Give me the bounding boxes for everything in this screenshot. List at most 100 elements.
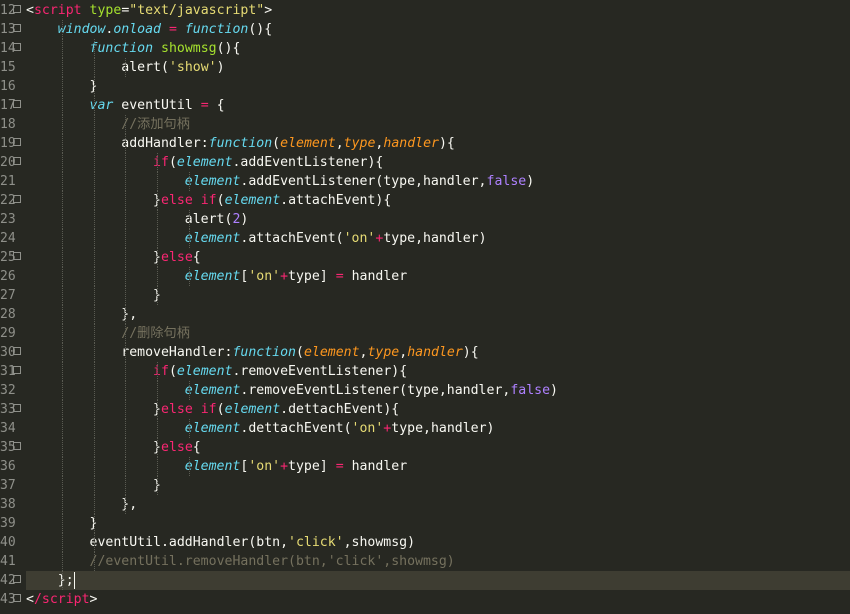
code-token: false [510, 383, 551, 398]
line-number: 19 [0, 134, 22, 153]
code-token: element [184, 174, 241, 189]
indent-guide [61, 267, 63, 286]
code-line[interactable]: function showmsg(){ [26, 39, 850, 58]
indent-guide [125, 419, 127, 438]
line-number: 39 [0, 516, 16, 531]
code-token: 'on' [343, 231, 376, 246]
code-token: (){ [248, 22, 273, 37]
code-token: + [280, 459, 289, 474]
indent-guide [61, 210, 63, 229]
line-number: 22 [0, 191, 22, 210]
code-line[interactable]: if(element.addEventListener){ [26, 153, 850, 172]
indent-guide [157, 191, 159, 210]
code-line[interactable]: }else if(element.dettachEvent){ [26, 400, 850, 419]
code-token: alert [121, 60, 161, 75]
indent-guide [93, 267, 95, 286]
code-line[interactable]: <script type="text/javascript"> [26, 1, 850, 20]
code-line[interactable]: } [26, 476, 850, 495]
indent-guide [93, 381, 95, 400]
indent-guide [125, 191, 127, 210]
code-token: ){ [462, 345, 479, 360]
indent-guide [157, 267, 159, 286]
code-line[interactable]: removeHandler:function(element,type,hand… [26, 343, 850, 362]
code-token: else [161, 193, 193, 208]
indent-guide [125, 248, 127, 267]
fold-toggle-icon[interactable] [13, 195, 21, 203]
code-token: type] [288, 459, 336, 474]
indent-guide [157, 153, 159, 172]
fold-toggle-icon[interactable] [13, 138, 21, 146]
indent-guide [61, 172, 63, 191]
code-token: element [176, 364, 233, 379]
code-line[interactable]: }else if(element.attachEvent){ [26, 191, 850, 210]
code-line[interactable]: }, [26, 495, 850, 514]
code-line[interactable]: }else{ [26, 438, 850, 457]
code-line[interactable]: element.dettachEvent('on'+type,handler) [26, 419, 850, 438]
code-line[interactable]: }; [26, 571, 850, 590]
code-line[interactable]: window.onload = function(){ [26, 20, 850, 39]
code-line[interactable]: //添加句柄 [26, 115, 850, 134]
code-token: .addEventListener){ [232, 155, 384, 170]
code-line[interactable]: } [26, 77, 850, 96]
code-line[interactable]: addHandler:function(element,type,handler… [26, 134, 850, 153]
code-line[interactable]: }, [26, 305, 850, 324]
code-line[interactable]: if(element.removeEventListener){ [26, 362, 850, 381]
code-token: = [335, 269, 344, 284]
fold-toggle-icon[interactable] [13, 157, 21, 165]
code-line[interactable]: alert('show') [26, 58, 850, 77]
indent-guide [93, 77, 95, 96]
code-editor[interactable]: 12 <script type="text/javascript"> 13 wind… [0, 0, 850, 614]
code-line[interactable]: element['on'+type] = handler [26, 457, 850, 476]
code-line[interactable]: }else{ [26, 248, 850, 267]
code-token: { [192, 440, 201, 455]
code-line[interactable]: </script> [26, 590, 850, 609]
indent-guide [125, 381, 127, 400]
indent-guide [93, 476, 95, 495]
indent-guide [93, 343, 95, 362]
fold-toggle-icon[interactable] [13, 366, 21, 374]
indent-guide [93, 229, 95, 248]
line-number: 32 [0, 383, 16, 398]
code-token: = [161, 22, 185, 37]
code-line[interactable]: } [26, 286, 850, 305]
code-line[interactable]: element['on'+type] = handler [26, 267, 850, 286]
code-line[interactable]: } [26, 514, 850, 533]
fold-toggle-icon[interactable] [13, 252, 21, 260]
code-line[interactable]: element.removeEventListener(type,handler… [26, 381, 850, 400]
code-line[interactable]: //eventUtil.removeHandler(btn,'click',sh… [26, 552, 850, 571]
line-number: 14 [0, 39, 22, 58]
code-line[interactable]: var eventUtil = { [26, 96, 850, 115]
fold-toggle-icon[interactable] [13, 5, 21, 13]
fold-toggle-icon[interactable] [13, 43, 21, 51]
fold-toggle-icon[interactable] [13, 594, 21, 602]
code-line[interactable]: eventUtil.addHandler(btn,'click',showmsg… [26, 533, 850, 552]
code-token: 'on' [351, 421, 384, 436]
fold-toggle-icon[interactable] [13, 24, 21, 32]
indent-guide [157, 286, 159, 305]
fold-toggle-icon[interactable] [13, 347, 21, 355]
code-token: > [89, 592, 98, 607]
indent-guide [125, 134, 127, 153]
code-line[interactable]: //删除句柄 [26, 324, 850, 343]
code-token: type,handler) [383, 231, 487, 246]
line-number: 41 [0, 554, 16, 569]
indent-guide [125, 362, 127, 381]
code-token: ( [216, 402, 225, 417]
code-line[interactable]: alert(2) [26, 210, 850, 229]
fold-toggle-icon[interactable] [13, 404, 21, 412]
code-token: window [57, 22, 106, 37]
code-line[interactable]: element.attachEvent('on'+type,handler) [26, 229, 850, 248]
code-token: else [161, 250, 193, 265]
code-line[interactable]: element.addEventListener(type,handler,fa… [26, 172, 850, 191]
indent-guide [61, 438, 63, 457]
fold-toggle-icon[interactable] [13, 442, 21, 450]
indent-guide [125, 115, 127, 134]
fold-toggle-icon[interactable] [13, 100, 21, 108]
fold-toggle-icon[interactable] [13, 575, 21, 583]
